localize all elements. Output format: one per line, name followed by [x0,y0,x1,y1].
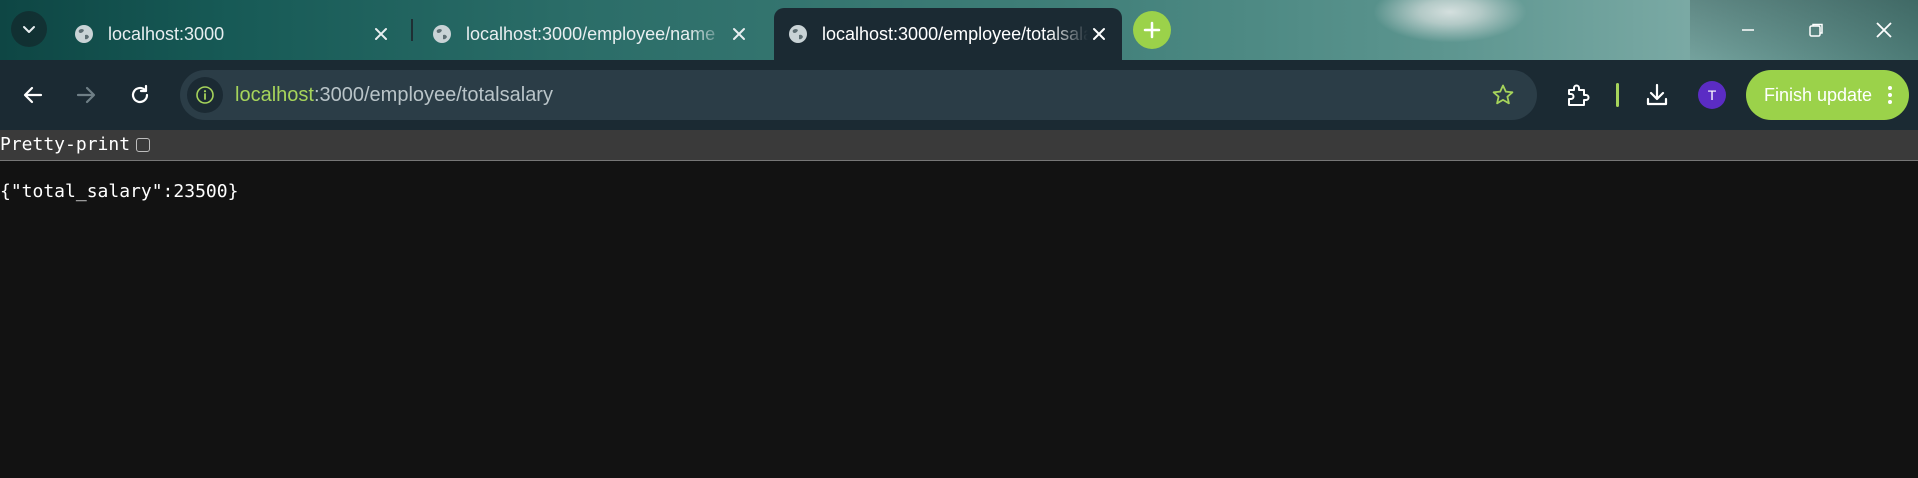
restore-icon [1809,23,1823,37]
url-host: localhost [235,84,314,106]
pretty-print-label: Pretty-print [0,134,131,155]
profile-avatar[interactable]: T [1698,81,1726,109]
finish-update-button[interactable]: Finish update [1746,70,1909,120]
close-tab-button[interactable] [1088,23,1110,45]
tab-title: localhost:3000/employee/totalsalary [822,23,1088,44]
toolbar-divider [1616,83,1619,107]
chevron-down-icon [23,26,35,33]
reload-icon [131,84,149,104]
tab-divider [411,19,413,41]
theme-background [1330,0,1530,60]
bookmark-star-icon[interactable] [1491,83,1515,107]
globe-icon [75,25,93,43]
browser-toolbar: localhost:3000/employee/totalsalary T Fi… [0,60,1918,130]
arrow-right-icon [76,86,96,104]
arrow-left-icon [23,86,43,104]
download-icon [1646,83,1668,106]
tab-search-button[interactable] [11,11,47,47]
globe-icon [433,25,451,43]
minimize-icon [1742,29,1754,31]
close-icon [375,28,387,40]
back-button[interactable] [13,75,53,115]
close-tab-button[interactable] [728,23,750,45]
tab-title: localhost:3000/employee/name [466,23,716,44]
finish-update-label: Finish update [1764,85,1873,105]
close-window-button[interactable] [1850,0,1918,60]
tab-employee-name[interactable]: localhost:3000/employee/name [418,8,762,60]
pretty-print-checkbox[interactable] [136,138,150,152]
close-icon [733,28,745,40]
tab-localhost[interactable]: localhost:3000 [60,8,404,60]
more-vertical-icon [1888,86,1892,104]
puzzle-icon [1568,84,1590,106]
address-bar[interactable]: localhost:3000/employee/totalsalary [180,70,1537,120]
globe-icon [789,25,807,43]
pretty-print-bar: Pretty-print [0,130,1918,161]
extensions-button[interactable] [1564,81,1592,109]
new-tab-button[interactable] [1133,11,1171,49]
restore-button[interactable] [1782,0,1850,60]
site-info-button[interactable] [187,77,223,113]
close-icon [1093,28,1105,40]
info-icon [196,86,214,104]
reload-button[interactable] [120,75,160,115]
forward-button[interactable] [66,75,106,115]
json-content: {"total_salary":23500} [0,181,239,202]
tab-title: localhost:3000 [108,23,225,44]
tab-employee-totalsalary[interactable]: localhost:3000/employee/totalsalary [774,8,1122,60]
minimize-button[interactable] [1714,0,1782,60]
plus-icon [1143,21,1161,39]
url-text[interactable]: localhost:3000/employee/totalsalary [235,70,553,120]
close-icon [1876,22,1892,38]
close-tab-button[interactable] [370,23,392,45]
downloads-button[interactable] [1643,81,1671,109]
tab-strip: localhost:3000 localhost:3000/employee/n… [0,0,1918,60]
url-path: :3000/employee/totalsalary [313,84,553,106]
